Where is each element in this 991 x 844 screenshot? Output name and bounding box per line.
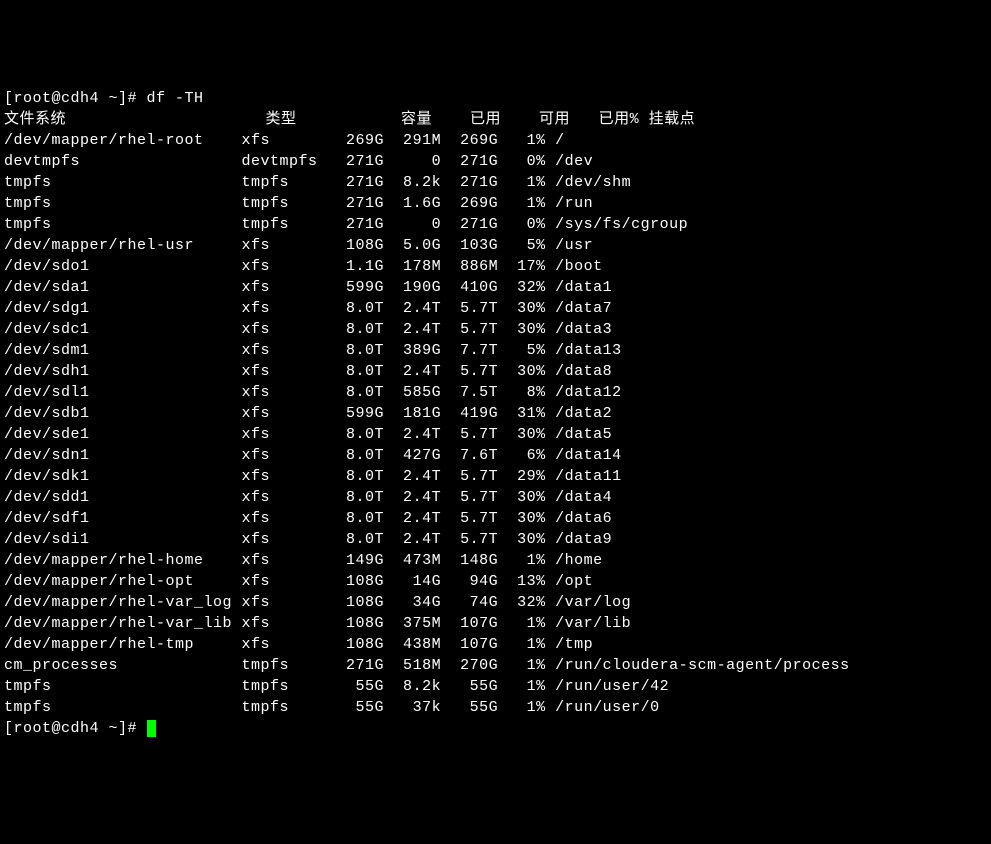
- header-row: 文件系统 类型 容量 已用 可用 已用% 挂载点: [4, 111, 695, 128]
- terminal-output[interactable]: [root@cdh4 ~]# df -TH 文件系统 类型 容量 已用 可用 已…: [4, 88, 987, 739]
- data-rows: /dev/mapper/rhel-root xfs 269G 291M 269G…: [4, 132, 850, 716]
- prompt-line: [root@cdh4 ~]# df -TH: [4, 90, 204, 107]
- cursor-icon: [147, 720, 156, 737]
- end-prompt: [root@cdh4 ~]#: [4, 720, 147, 737]
